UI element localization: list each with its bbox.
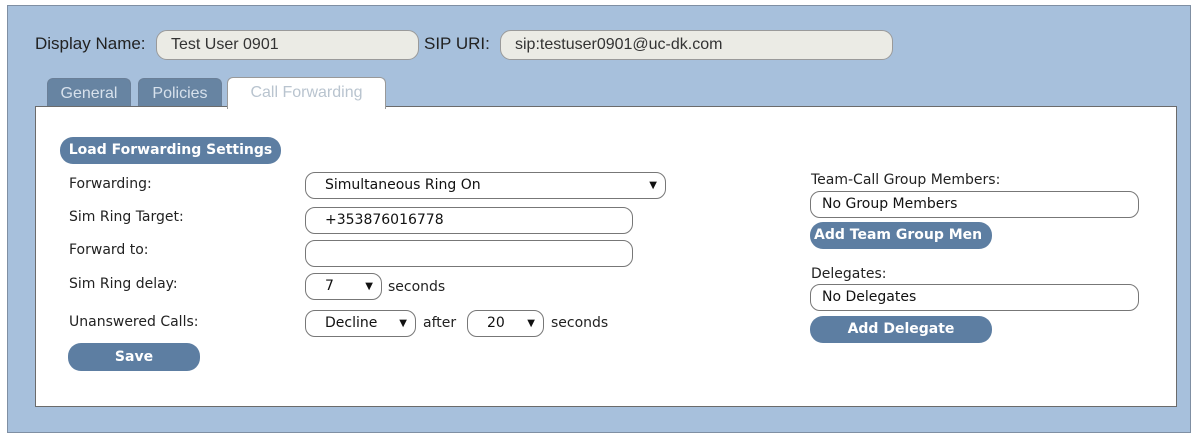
unanswered-delay-select[interactable]: 20 ▼ (467, 310, 544, 337)
forward-to-input[interactable] (305, 240, 633, 267)
unanswered-calls-label: Unanswered Calls: (69, 314, 199, 330)
forward-to-label: Forward to: (69, 242, 149, 258)
chevron-down-icon: ▼ (527, 318, 535, 329)
add-team-group-member-button[interactable]: Add Team Group Men (810, 222, 992, 249)
unanswered-delay-value: 20 (487, 315, 505, 331)
sim-ring-delay-seconds-label: seconds (388, 279, 446, 295)
sim-ring-delay-select[interactable]: 7 ▼ (305, 273, 382, 300)
chevron-down-icon: ▼ (649, 180, 657, 191)
load-forwarding-settings-button[interactable]: Load Forwarding Settings (60, 137, 281, 164)
unanswered-seconds-label: seconds (551, 315, 609, 331)
forwarding-select-value: Simultaneous Ring On (325, 177, 481, 193)
sim-ring-target-input[interactable]: +353876016778 (305, 207, 633, 234)
delegates-field[interactable]: No Delegates (810, 284, 1139, 311)
forwarding-label: Forwarding: (69, 176, 152, 192)
chevron-down-icon: ▼ (399, 318, 407, 329)
forwarding-select[interactable]: Simultaneous Ring On ▼ (305, 172, 666, 199)
save-button[interactable]: Save (68, 343, 200, 371)
sim-ring-target-label: Sim Ring Target: (69, 209, 184, 225)
add-delegate-button[interactable]: Add Delegate (810, 316, 992, 343)
sim-ring-delay-value: 7 (325, 278, 334, 294)
team-call-group-members-field[interactable]: No Group Members (810, 191, 1139, 218)
unanswered-action-value: Decline (325, 315, 378, 331)
delegates-label: Delegates: (811, 266, 887, 282)
sim-ring-delay-label: Sim Ring delay: (69, 276, 178, 292)
chevron-down-icon: ▼ (365, 281, 373, 292)
after-label: after (423, 315, 457, 331)
team-call-group-label: Team-Call Group Members: (811, 172, 1001, 188)
unanswered-action-select[interactable]: Decline ▼ (305, 310, 416, 337)
